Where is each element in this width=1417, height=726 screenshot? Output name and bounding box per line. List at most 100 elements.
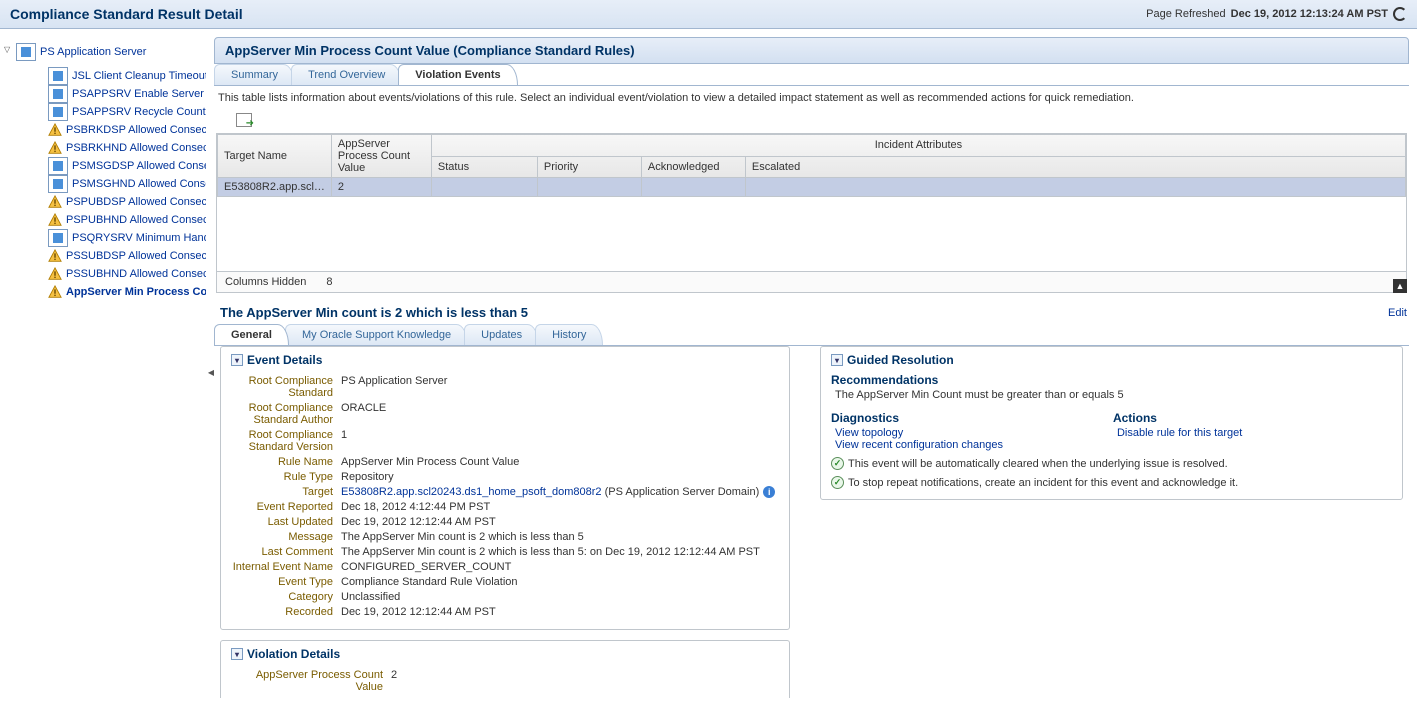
- view-topology-link[interactable]: View topology: [831, 427, 1003, 439]
- col-priority[interactable]: Priority: [537, 156, 641, 178]
- tree-root-label: PS Application Server: [40, 46, 146, 58]
- detail-value: PS Application Server: [341, 375, 779, 399]
- event-header-title: The AppServer Min count is 2 which is le…: [220, 305, 528, 320]
- rule-icon: [48, 229, 68, 247]
- violation-grid: Target Name AppServer Process Count Valu…: [216, 133, 1407, 293]
- warning-icon: [48, 213, 62, 227]
- col-target[interactable]: Target Name: [218, 135, 332, 178]
- guided-resolution-box: ▾ Guided Resolution Recommendations The …: [820, 346, 1403, 500]
- detail-label: Rule Name: [231, 456, 341, 468]
- tabs-bottom: GeneralMy Oracle Support KnowledgeUpdate…: [214, 324, 1409, 346]
- col-esc[interactable]: Escalated: [745, 156, 1405, 178]
- sidebar-item-label: PSBRKHND Allowed Consecutiv: [66, 142, 206, 154]
- sidebar-item[interactable]: PSBRKHND Allowed Consecutiv: [2, 139, 206, 157]
- sidebar-item[interactable]: PSAPPSRV Enable Server C: [2, 85, 206, 103]
- sidebar-item[interactable]: PSPUBHND Allowed Consecutiv: [2, 211, 206, 229]
- tab-history[interactable]: History: [535, 324, 603, 345]
- tabs-top: SummaryTrend OverviewViolation Events: [214, 64, 1409, 86]
- detail-value: Dec 19, 2012 12:12:44 AM PST: [341, 606, 779, 618]
- warning-icon: [48, 267, 62, 281]
- columns-hidden-value: 8: [326, 276, 332, 288]
- sidebar-item-label: PSBRKDSP Allowed Consecutiv: [66, 124, 206, 136]
- page-title: Compliance Standard Result Detail: [10, 6, 243, 22]
- detail-value: CONFIGURED_SERVER_COUNT: [341, 561, 779, 573]
- detail-value: ORACLE: [341, 402, 779, 426]
- detail-value: Repository: [341, 471, 779, 483]
- rule-icon: [48, 175, 68, 193]
- content: AppServer Min Process Count Value (Compl…: [214, 37, 1417, 708]
- detail-value: 1: [341, 429, 779, 453]
- detail-label: Root Compliance Standard Version: [231, 429, 341, 453]
- page-refreshed: Page Refreshed Dec 19, 2012 12:13:24 AM …: [1146, 7, 1407, 21]
- sidebar-item[interactable]: JSL Client Cleanup Timeout: [2, 67, 206, 85]
- sidebar-item[interactable]: PSMSGDSP Allowed Consec: [2, 157, 206, 175]
- actions-heading: Actions: [1113, 411, 1242, 425]
- sidebar-item-label: PSPUBDSP Allowed Consecutiv: [66, 196, 206, 208]
- target-link[interactable]: E53808R2.app.scl20243.ds1_home_psoft_dom…: [341, 486, 602, 498]
- sidebar-item-label: PSSUBHND Allowed Consecutiv: [66, 268, 206, 280]
- page-header: Compliance Standard Result Detail Page R…: [0, 0, 1417, 29]
- sidebar-item-label: PSAPPSRV Recycle Count: [72, 106, 206, 118]
- detail-label: Rule Type: [231, 471, 341, 483]
- sidebar-item-label: JSL Client Cleanup Timeout: [72, 70, 206, 82]
- tab-general[interactable]: General: [214, 324, 289, 345]
- violation-detail-label: AppServer Process Count Value: [231, 669, 391, 693]
- check-icon: ✓: [831, 457, 844, 470]
- collapse-icon[interactable]: ▾: [231, 648, 243, 660]
- detail-label: Internal Event Name: [231, 561, 341, 573]
- tab-updates[interactable]: Updates: [464, 324, 539, 345]
- event-details-box: ▾ Event Details Root Compliance Standard…: [220, 346, 790, 630]
- folder-icon: [16, 43, 36, 61]
- detail-label: Category: [231, 591, 341, 603]
- sidebar: PS Application Server JSL Client Cleanup…: [0, 37, 208, 708]
- event-details-title: Event Details: [247, 353, 322, 367]
- refresh-icon[interactable]: [1393, 7, 1407, 21]
- rule-icon: [48, 67, 68, 85]
- col-group-incident: Incident Attributes: [431, 135, 1405, 157]
- col-status[interactable]: Status: [431, 156, 537, 178]
- warning-icon: [48, 123, 62, 137]
- tree-root[interactable]: PS Application Server: [2, 41, 206, 67]
- columns-hidden-label: Columns Hidden: [225, 276, 306, 288]
- scroll-up-icon[interactable]: ▲: [1393, 279, 1407, 293]
- sidebar-item[interactable]: PSQRYSRV Minimum Handle: [2, 229, 206, 247]
- sidebar-item[interactable]: PSSUBHND Allowed Consecutiv: [2, 265, 206, 283]
- table-description: This table lists information about event…: [214, 86, 1409, 110]
- sidebar-item-label: PSPUBHND Allowed Consecutiv: [66, 214, 206, 226]
- col-ack[interactable]: Acknowledged: [641, 156, 745, 178]
- tab-trend-overview[interactable]: Trend Overview: [291, 64, 402, 85]
- sidebar-item[interactable]: PSSUBDSP Allowed Consecutiv: [2, 247, 206, 265]
- detail-label: Event Type: [231, 576, 341, 588]
- tab-violation-events[interactable]: Violation Events: [398, 64, 517, 85]
- detail-value: E53808R2.app.scl20243.ds1_home_psoft_dom…: [341, 486, 779, 498]
- warning-icon: [48, 195, 62, 209]
- disable-rule-link[interactable]: Disable rule for this target: [1113, 427, 1242, 439]
- collapse-icon[interactable]: ▾: [831, 354, 843, 366]
- detail-label: Message: [231, 531, 341, 543]
- table-row[interactable]: E53808R2.app.scl… 2: [218, 178, 1406, 197]
- info-icon[interactable]: i: [763, 486, 775, 498]
- stop-notify-note: To stop repeat notifications, create an …: [848, 477, 1238, 489]
- violation-details-box: ▾ Violation Details AppServer Process Co…: [220, 640, 790, 698]
- violation-details-title: Violation Details: [247, 647, 340, 661]
- warning-icon: [48, 285, 62, 299]
- col-count[interactable]: AppServer Process Count Value: [331, 135, 431, 178]
- detail-value: Compliance Standard Rule Violation: [341, 576, 779, 588]
- tab-summary[interactable]: Summary: [214, 64, 295, 85]
- sidebar-item[interactable]: PSMSGHND Allowed Conse: [2, 175, 206, 193]
- detail-value: Unclassified: [341, 591, 779, 603]
- sidebar-item[interactable]: PSPUBDSP Allowed Consecutiv: [2, 193, 206, 211]
- view-recent-config-link[interactable]: View recent configuration changes: [831, 439, 1003, 451]
- sidebar-item[interactable]: PSAPPSRV Recycle Count: [2, 103, 206, 121]
- detail-label: Last Comment: [231, 546, 341, 558]
- sidebar-item[interactable]: AppServer Min Process Co: [2, 283, 206, 301]
- tab-my-oracle-support-knowledge[interactable]: My Oracle Support Knowledge: [285, 324, 468, 345]
- detail-value: AppServer Min Process Count Value: [341, 456, 779, 468]
- sidebar-item[interactable]: PSBRKDSP Allowed Consecutiv: [2, 121, 206, 139]
- sidebar-item-label: PSQRYSRV Minimum Handle: [72, 232, 206, 244]
- sidebar-item-label: PSMSGDSP Allowed Consec: [72, 160, 206, 172]
- warning-icon: [48, 141, 62, 155]
- edit-link[interactable]: Edit: [1388, 307, 1407, 319]
- export-icon[interactable]: [236, 113, 252, 127]
- collapse-icon[interactable]: ▾: [231, 354, 243, 366]
